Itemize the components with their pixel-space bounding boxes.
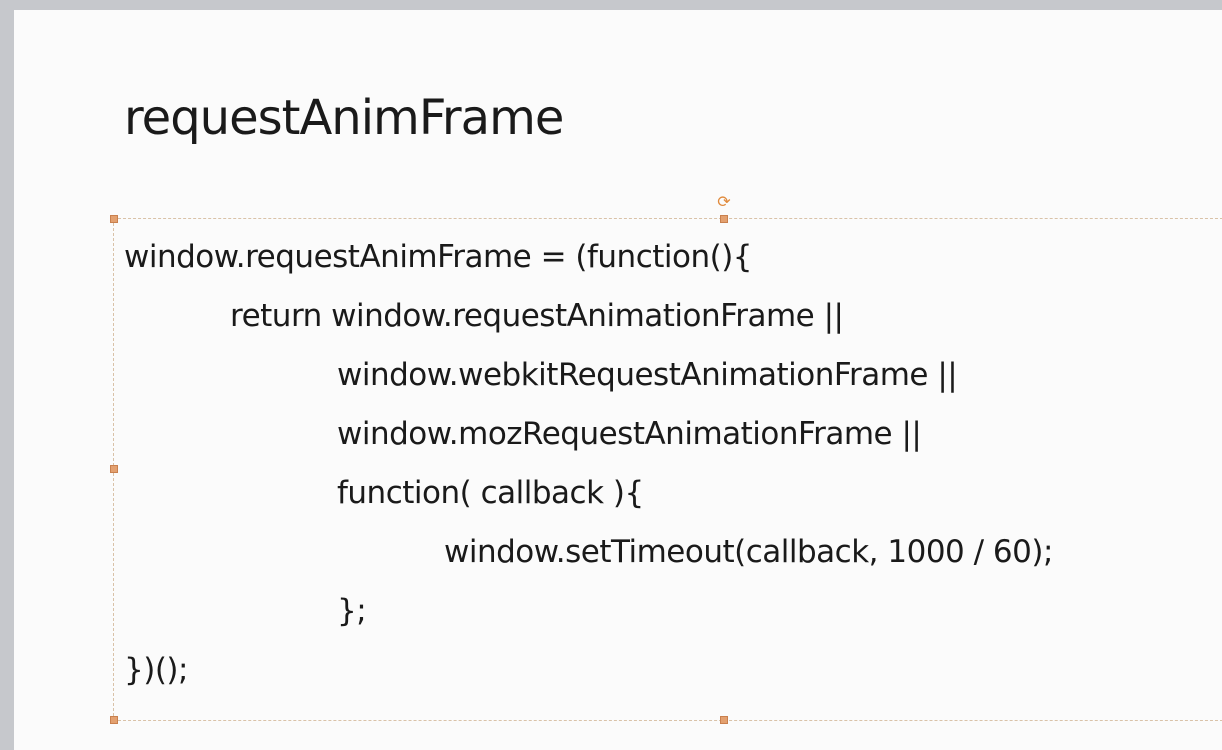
presentation-window: requestAnimFrame ⟳ window.requestAnimFra… — [0, 0, 1222, 750]
slide-canvas[interactable]: requestAnimFrame ⟳ window.requestAnimFra… — [14, 10, 1222, 750]
rotate-icon[interactable]: ⟳ — [715, 193, 733, 211]
code-line: })(); — [124, 652, 188, 688]
code-block: window.requestAnimFrame = (function(){ r… — [124, 231, 1053, 703]
code-line: function( callback ){ — [337, 475, 644, 511]
resize-handle-top-middle[interactable] — [720, 215, 728, 223]
code-line: }; — [337, 593, 367, 629]
code-line: window.setTimeout(callback, 1000 / 60); — [444, 534, 1053, 570]
code-line: return window.requestAnimationFrame || — [230, 298, 844, 334]
code-line: window.mozRequestAnimationFrame || — [337, 416, 922, 452]
code-line: window.webkitRequestAnimationFrame || — [337, 357, 958, 393]
slide-title[interactable]: requestAnimFrame — [124, 90, 564, 148]
code-line: window.requestAnimFrame = (function(){ — [124, 239, 753, 275]
resize-handle-top-left[interactable] — [110, 215, 118, 223]
resize-handle-middle-left[interactable] — [110, 465, 118, 473]
resize-handle-bottom-middle[interactable] — [720, 716, 728, 724]
resize-handle-bottom-left[interactable] — [110, 716, 118, 724]
code-textbox-selected[interactable]: ⟳ window.requestAnimFrame = (function(){… — [110, 193, 1222, 724]
